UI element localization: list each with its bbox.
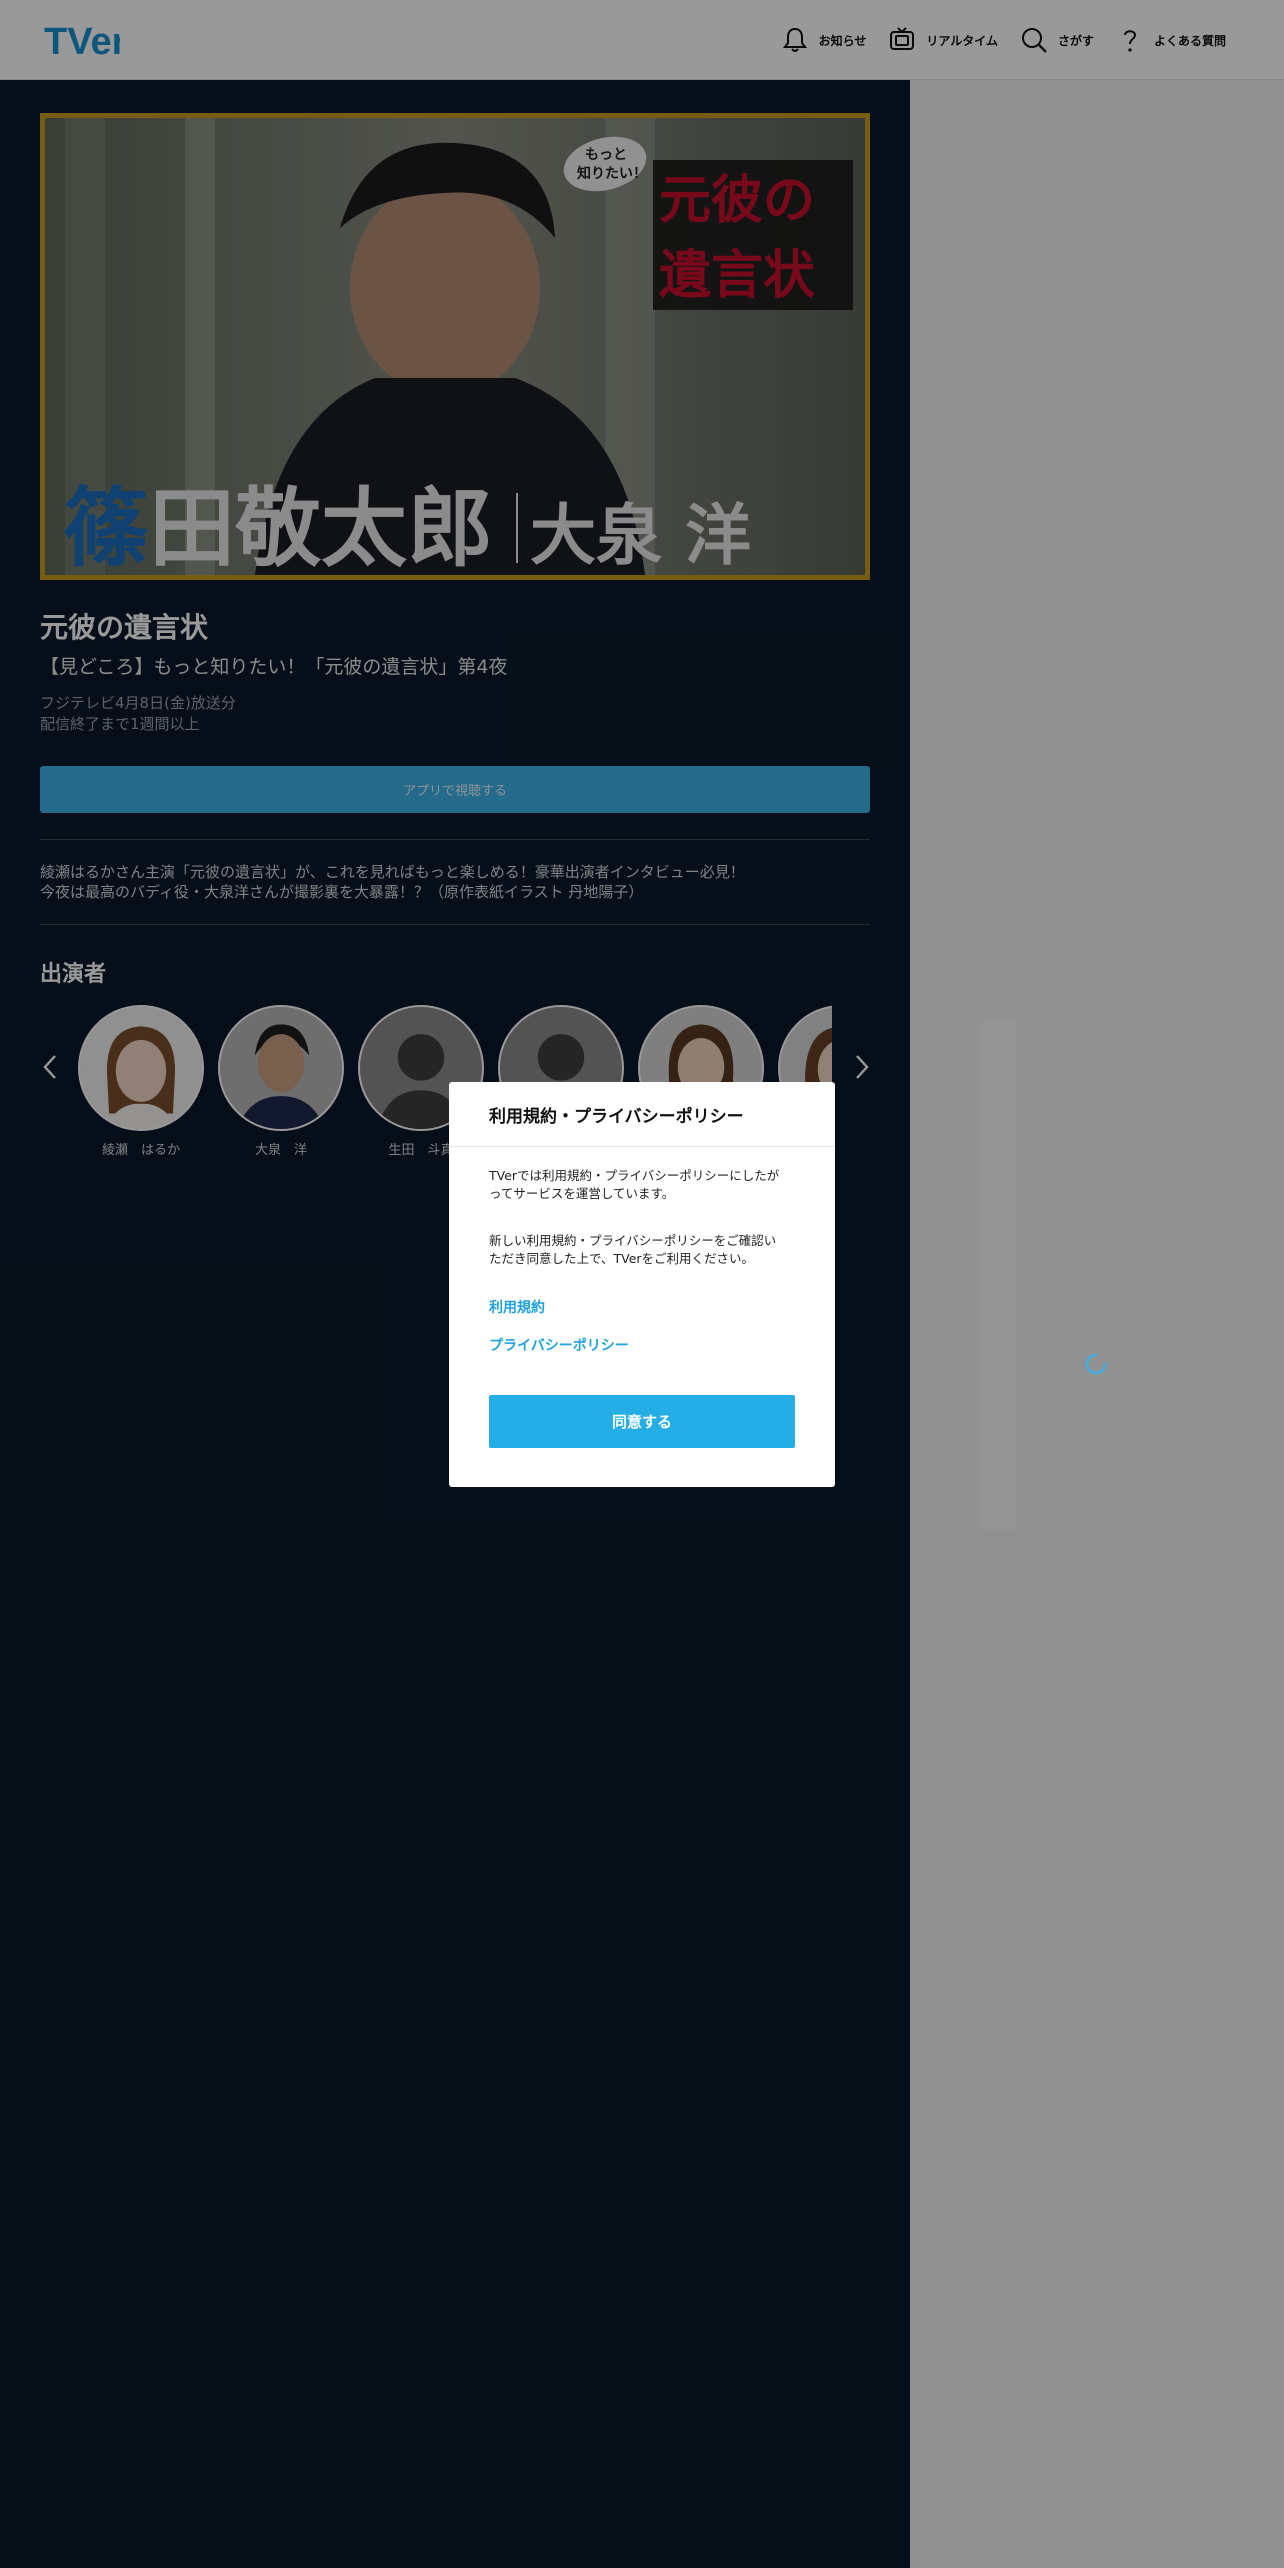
terms-dialog: 利用規約・プライバシーポリシー TVerでは利用規約・プライバシーポリシーにした… <box>449 1082 835 1487</box>
dialog-paragraph-2: 新しい利用規約・プライバシーポリシーをご確認い ただき同意した上で、TVerをご… <box>489 1232 809 1268</box>
dialog-paragraph-1: TVerでは利用規約・プライバシーポリシーにしたが ってサービスを運営しています… <box>489 1167 809 1203</box>
dialog-paragraph-2-line-2: ただき同意した上で、TVerをご利用ください。 <box>489 1251 755 1266</box>
dialog-paragraph-1-line-2: ってサービスを運営しています。 <box>489 1186 675 1201</box>
dialog-title: 利用規約・プライバシーポリシー <box>489 1107 744 1127</box>
agree-button[interactable]: 同意する <box>489 1395 795 1448</box>
dialog-divider <box>449 1146 835 1147</box>
dialog-paragraph-1-line-1: TVerでは利用規約・プライバシーポリシーにしたが <box>489 1168 780 1183</box>
dialog-paragraph-2-line-1: 新しい利用規約・プライバシーポリシーをご確認い <box>489 1233 777 1248</box>
privacy-policy-link[interactable]: プライバシーポリシー <box>489 1335 629 1355</box>
loading-spinner-icon <box>1085 1353 1107 1375</box>
terms-link[interactable]: 利用規約 <box>489 1297 545 1317</box>
